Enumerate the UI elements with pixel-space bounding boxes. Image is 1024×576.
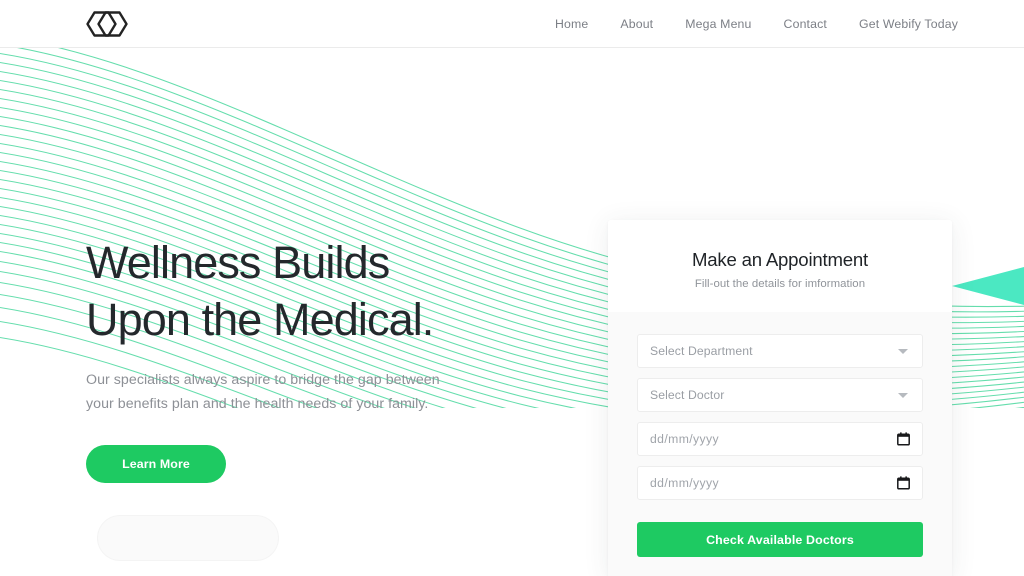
calendar-icon[interactable]: [897, 476, 910, 490]
appointment-card-body: Select Department Select Doctor dd/mm/yy…: [608, 312, 952, 576]
appointment-card-header: Make an Appointment Fill-out the details…: [608, 220, 952, 312]
end-date-placeholder: dd/mm/yyyy: [650, 476, 720, 490]
hero-subtitle: Our specialists always aspire to bridge …: [86, 372, 440, 412]
select-department-dropdown[interactable]: Select Department: [637, 334, 923, 368]
appointment-title: Make an Appointment: [691, 248, 869, 270]
start-date-input[interactable]: dd/mm/yyyy: [637, 422, 923, 456]
department-field-row: Select Department: [637, 334, 923, 368]
decorative-pill-shape: [98, 516, 278, 560]
learn-more-button[interactable]: Learn More: [86, 445, 226, 483]
nav-link-home[interactable]: Home: [539, 0, 604, 48]
appointment-card: Make an Appointment Fill-out the details…: [608, 220, 952, 576]
main-nav: Home About Mega Menu Contact Get Webify …: [539, 0, 958, 48]
select-doctor-dropdown[interactable]: Select Doctor: [637, 378, 923, 412]
end-date-input[interactable]: dd/mm/yyyy: [637, 466, 923, 500]
hero-copy: Wellness Builds Upon the Medical. Our sp…: [86, 234, 566, 483]
page-root: Home About Mega Menu Contact Get Webify …: [0, 0, 1024, 576]
check-available-doctors-button[interactable]: Check Available Doctors: [637, 522, 923, 557]
hexagon-pair-logo-icon[interactable]: [86, 6, 128, 42]
start-date-placeholder: dd/mm/yyyy: [650, 432, 720, 446]
calendar-icon[interactable]: [897, 432, 910, 446]
end-date-field-row: dd/mm/yyyy: [637, 466, 923, 500]
chevron-down-icon: [898, 348, 908, 354]
nav-link-mega-menu[interactable]: Mega Menu: [669, 0, 767, 48]
select-doctor-value: Select Doctor: [650, 388, 725, 402]
start-date-field-row: dd/mm/yyyy: [637, 422, 923, 456]
site-header: Home About Mega Menu Contact Get Webify …: [0, 0, 1024, 48]
nav-link-about[interactable]: About: [604, 0, 669, 48]
nav-link-get-webify-today[interactable]: Get Webify Today: [843, 0, 958, 48]
doctor-field-row: Select Doctor: [637, 378, 923, 412]
chevron-down-icon: [898, 392, 908, 398]
left-pointing-triangle-icon: [952, 267, 1024, 305]
appointment-subtitle: Fill-out the details for imformation: [694, 277, 866, 290]
select-department-value: Select Department: [650, 344, 753, 358]
page-title: Wellness Builds Upon the Medical.: [86, 237, 434, 345]
nav-link-contact[interactable]: Contact: [768, 0, 843, 48]
hero-section: Wellness Builds Upon the Medical. Our sp…: [0, 48, 1024, 576]
